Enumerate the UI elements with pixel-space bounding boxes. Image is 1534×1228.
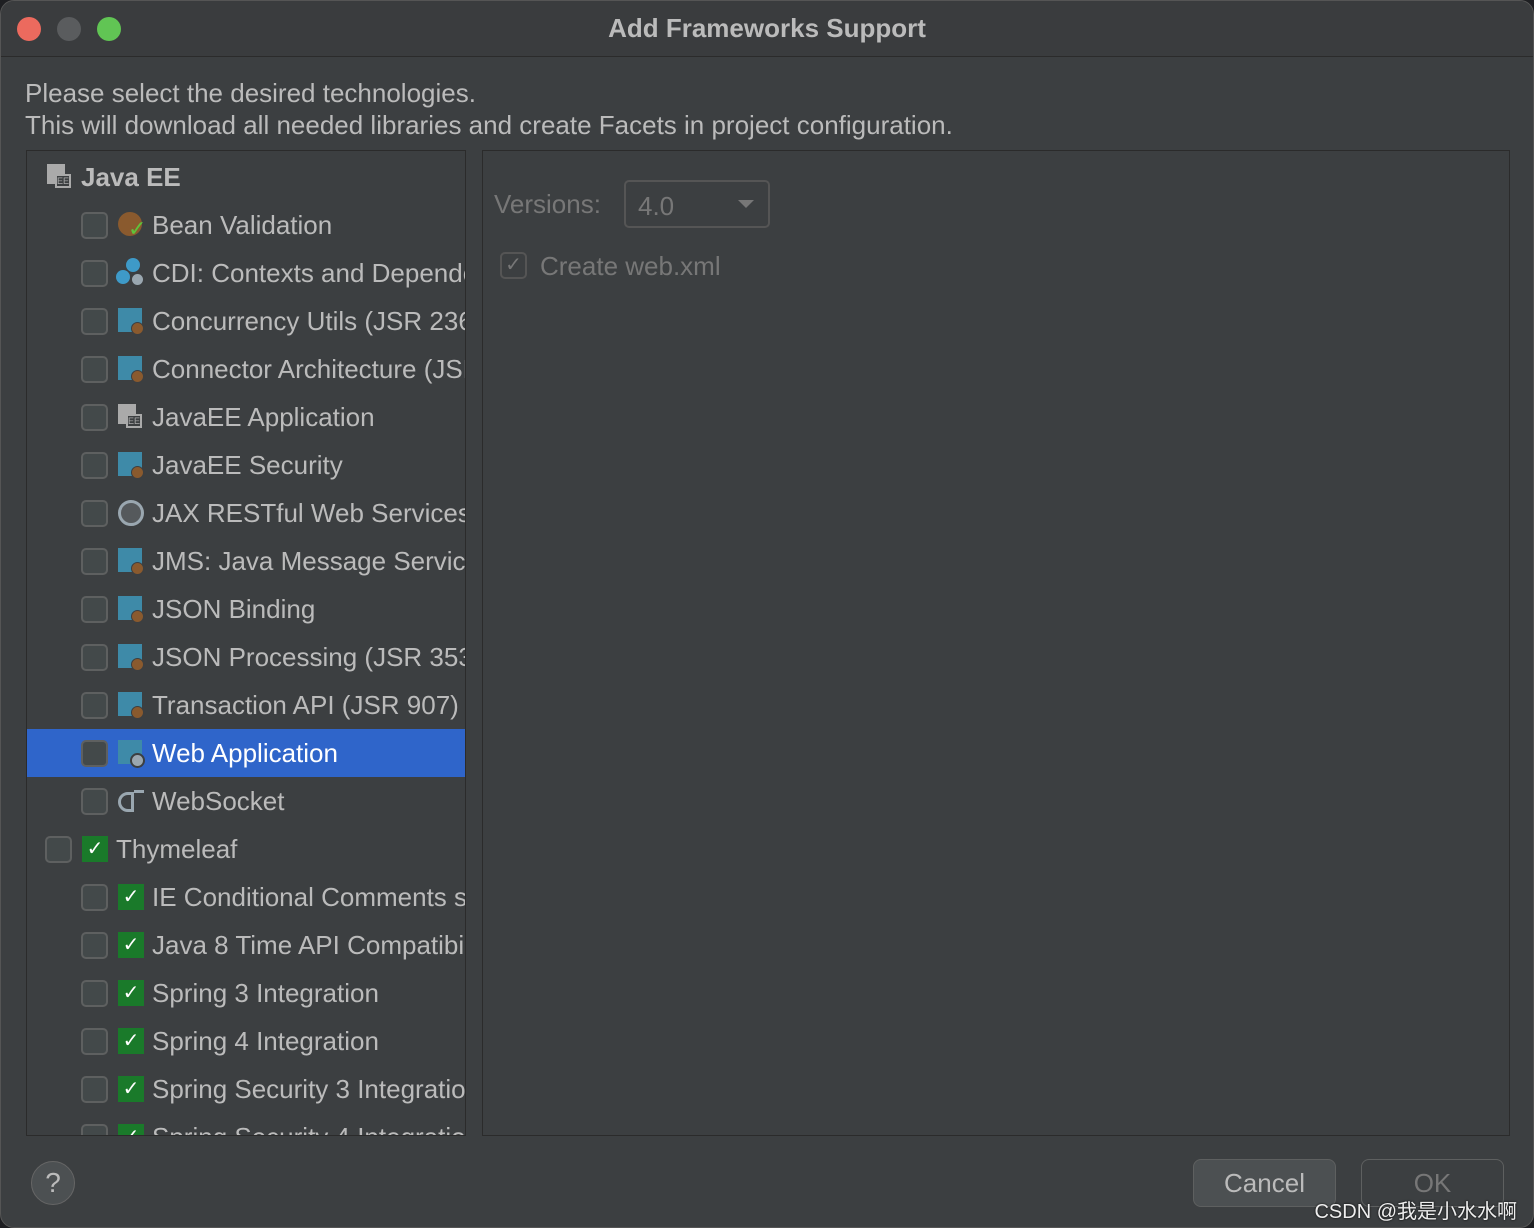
tree-item[interactable]: Web Application [27,729,465,777]
tree-item[interactable]: JavaEE Security [27,441,465,489]
cdi-icon [116,258,146,288]
tree-item-label: Spring 4 Integration [152,1025,379,1056]
checkbox[interactable] [81,931,108,959]
checkbox[interactable] [81,787,108,815]
checkbox[interactable] [81,1075,108,1103]
bean-validation-icon: ✓ [116,210,146,241]
tree-item[interactable]: CDI: Contexts and Dependency Injection [27,249,465,297]
checkbox[interactable] [81,211,108,239]
tree-item[interactable]: ✓IE Conditional Comments support [27,873,466,921]
create-webxml-checkbox[interactable]: ✓ [500,252,527,279]
javaee-icon: EE [116,402,146,432]
versions-dropdown[interactable]: 4.0 [624,180,770,228]
tree-item-label: CDI: Contexts and Dependency Injection [152,257,465,288]
tree-item[interactable]: ✓ Spring 3 Integration [27,969,465,1017]
tree-item-label: Thymeleaf [116,833,238,864]
thymeleaf-icon: ✓ [116,930,146,960]
tree-item-label: Connector Architecture (JSR 322) [152,353,465,384]
tree-item-label: Spring Security 4 Integration [152,1122,465,1136]
tree-item-label: JSON Binding [152,593,316,624]
tree-item-label: JMS: Java Message Service [152,545,466,576]
checkbox[interactable] [81,883,108,911]
dialog-window: Add Frameworks Support Please select the… [0,0,1534,1228]
module-icon [116,690,146,720]
tree-item-label: Bean Validation [152,209,333,240]
checkbox[interactable] [81,979,108,1007]
tree-item[interactable]: Transaction API (JSR 907) [27,681,465,729]
thymeleaf-icon: ✓ [116,882,146,912]
checkbox[interactable] [81,595,108,623]
thymeleaf-icon: ✓ [116,978,146,1008]
checkbox[interactable] [81,499,108,527]
watermark: CSDN @我是小水水啊 [1314,1201,1517,1223]
chevron-down-icon [738,200,754,216]
module-icon [116,306,146,336]
thymeleaf-icon: ✓ [80,834,110,864]
checkbox[interactable] [81,739,108,767]
checkbox[interactable] [81,403,108,431]
module-icon [116,354,146,384]
tree-item-label: Spring Security 3 Integration [152,1073,466,1104]
checkbox[interactable] [81,643,108,671]
tree-item[interactable]: ✓ Bean Validation [27,201,465,249]
tree-item-label: JSON Processing (JSR 353) [152,641,466,672]
tree-item-label: JAX RESTful Web Services [152,497,466,528]
tree-item-label: Web Application [152,737,338,768]
tree-item-label: Transaction API (JSR 907) [152,689,459,720]
tree-item[interactable]: JAX RESTful Web Services [27,489,466,537]
checkbox[interactable] [81,259,108,287]
tree-item-label: IE Conditional Comments support [152,881,466,912]
thymeleaf-icon: ✓ [116,1026,146,1056]
checkbox[interactable] [81,451,108,479]
globe-icon [116,498,146,528]
options-panel: Versions: 4.0 ✓ Create web.xml [482,150,1510,1136]
tree-item-label: Concurrency Utils (JSR 236) [152,305,466,336]
tree-item[interactable]: ✓ Java 8 Time API Compatibility [27,921,466,969]
checkbox[interactable] [81,355,108,383]
module-icon [116,450,146,480]
frameworks-tree[interactable]: EE Java EE ✓ Bean Validation CDI: Contexts a… [26,150,466,1136]
window-title: Add Frameworks Support [608,13,926,43]
tree-item[interactable]: ✓ Spring Security 4 Integration [27,1113,465,1136]
tree-item-label: Java EE [81,161,181,192]
tree-item[interactable]: JSON Binding [27,585,465,633]
tree-item[interactable]: EE Java EE [27,153,465,201]
websocket-icon [116,786,146,816]
web-icon [116,738,146,768]
thymeleaf-icon: ✓ [116,1122,146,1135]
create-webxml-label: Create web.xml [540,251,721,281]
module-icon [116,594,146,624]
versions-value: 4.0 [638,191,675,221]
thymeleaf-icon: ✓ [116,1074,146,1104]
tree-item-label: JavaEE Application [152,401,375,432]
tree-item-label: JavaEE Security [152,449,343,480]
title-bar: Add Frameworks Support [1,1,1533,57]
versions-label: Versions: [494,189,601,219]
description-line: Please select the desired technologies. [25,78,476,108]
tree-item-label: Java 8 Time API Compatibility [152,929,466,960]
tree-item-label: Spring 3 Integration [152,977,379,1008]
checkbox[interactable] [81,1123,108,1135]
module-icon [116,642,146,672]
checkbox[interactable] [45,835,72,863]
javaee-icon: EE [45,162,75,192]
description: Please select the desired technologies. … [25,77,953,141]
tree-item[interactable]: EE JavaEE Application [27,393,465,441]
tree-item[interactable]: Connector Architecture (JSR 322) [27,345,465,393]
checkbox[interactable] [81,691,108,719]
tree-item[interactable]: Concurrency Utils (JSR 236) [27,297,466,345]
tree-item[interactable]: ✓ Spring 4 Integration [27,1017,465,1065]
checkbox[interactable] [81,1027,108,1055]
description-line: This will download all needed libraries … [25,110,953,140]
tree-item-label: WebSocket [152,785,285,816]
checkbox[interactable] [81,307,108,335]
checkbox[interactable] [81,547,108,575]
tree-item[interactable]: WebSocket [27,777,465,825]
tree-item[interactable]: JSON Processing (JSR 353) [27,633,466,681]
module-icon [116,546,146,576]
tree-item[interactable]: ✓ Thymeleaf [27,825,465,873]
tree-item[interactable]: ✓ Spring Security 3 Integration [27,1065,466,1113]
tree-item[interactable]: JMS: Java Message Service [27,537,466,585]
help-button[interactable]: ? [31,1161,75,1205]
